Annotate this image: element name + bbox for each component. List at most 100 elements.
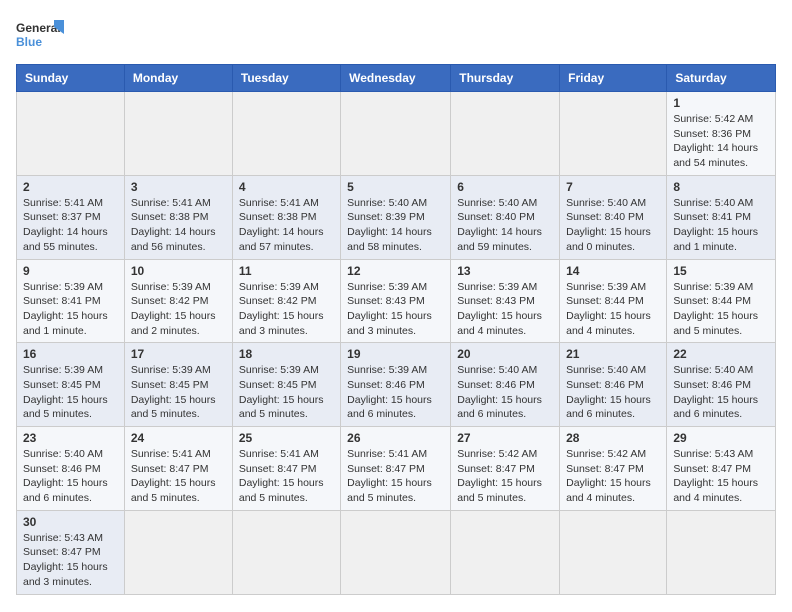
calendar-header-row: SundayMondayTuesdayWednesdayThursdayFrid…: [17, 65, 776, 92]
calendar-cell: 23Sunrise: 5:40 AM Sunset: 8:46 PM Dayli…: [17, 427, 125, 511]
calendar-cell: 25 Sunrise: 5:41 AM Sunset: 8:47 PM Dayli…: [232, 427, 340, 511]
day-info: Sunrise: 5:39 AM Sunset: 8:45 PM Dayligh…: [131, 363, 226, 422]
day-info: Sunrise: 5:41 AM Sunset: 8:47 PM Dayligh…: [239, 447, 334, 506]
calendar-cell: 27 Sunrise: 5:42 AM Sunset: 8:47 PM Dayli…: [451, 427, 560, 511]
day-info: Sunrise: 5:39 AM Sunset: 8:45 PM Dayligh…: [239, 363, 334, 422]
calendar-cell: 9 Sunrise: 5:39 AM Sunset: 8:41 PM Daylig…: [17, 259, 125, 343]
day-info: Sunrise: 5:40 AM Sunset: 8:41 PM Dayligh…: [673, 196, 769, 255]
day-info: Sunrise: 5:40 AM Sunset: 8:40 PM Dayligh…: [457, 196, 553, 255]
day-number: 5: [347, 180, 444, 194]
calendar-cell: 28 Sunrise: 5:42 AM Sunset: 8:47 PM Dayli…: [560, 427, 667, 511]
day-info: Sunrise: 5:42 AM Sunset: 8:47 PM Dayligh…: [566, 447, 660, 506]
calendar-week-row: 2Sunrise: 5:41 AM Sunset: 8:37 PM Daylig…: [17, 175, 776, 259]
calendar-cell: 26Sunrise: 5:41 AM Sunset: 8:47 PM Dayli…: [341, 427, 451, 511]
day-info: Sunrise: 5:40 AM Sunset: 8:39 PM Dayligh…: [347, 196, 444, 255]
day-number: 25: [239, 431, 334, 445]
calendar-cell: 8 Sunrise: 5:40 AM Sunset: 8:41 PM Daylig…: [667, 175, 776, 259]
day-info: Sunrise: 5:39 AM Sunset: 8:44 PM Dayligh…: [673, 280, 769, 339]
calendar-cell: [560, 510, 667, 594]
day-number: 21: [566, 347, 660, 361]
calendar-cell: [451, 510, 560, 594]
day-number: 28: [566, 431, 660, 445]
day-number: 24: [131, 431, 226, 445]
day-number: 4: [239, 180, 334, 194]
day-number: 29: [673, 431, 769, 445]
day-info: Sunrise: 5:43 AM Sunset: 8:47 PM Dayligh…: [673, 447, 769, 506]
day-info: Sunrise: 5:39 AM Sunset: 8:45 PM Dayligh…: [23, 363, 118, 422]
day-number: 3: [131, 180, 226, 194]
logo-svg: General Blue: [16, 16, 66, 58]
day-number: 22: [673, 347, 769, 361]
day-number: 12: [347, 264, 444, 278]
day-info: Sunrise: 5:42 AM Sunset: 8:47 PM Dayligh…: [457, 447, 553, 506]
calendar-cell: 5 Sunrise: 5:40 AM Sunset: 8:39 PM Daylig…: [341, 175, 451, 259]
day-number: 8: [673, 180, 769, 194]
day-info: Sunrise: 5:41 AM Sunset: 8:47 PM Dayligh…: [131, 447, 226, 506]
calendar-cell: 20Sunrise: 5:40 AM Sunset: 8:46 PM Dayli…: [451, 343, 560, 427]
calendar-cell: 2Sunrise: 5:41 AM Sunset: 8:37 PM Daylig…: [17, 175, 125, 259]
day-info: Sunrise: 5:40 AM Sunset: 8:46 PM Dayligh…: [566, 363, 660, 422]
day-of-week-header: Wednesday: [341, 65, 451, 92]
calendar-cell: 29 Sunrise: 5:43 AM Sunset: 8:47 PM Dayli…: [667, 427, 776, 511]
calendar-cell: 22 Sunrise: 5:40 AM Sunset: 8:46 PM Dayli…: [667, 343, 776, 427]
day-info: Sunrise: 5:39 AM Sunset: 8:43 PM Dayligh…: [347, 280, 444, 339]
calendar-cell: 30Sunrise: 5:43 AM Sunset: 8:47 PM Dayli…: [17, 510, 125, 594]
calendar-week-row: 23Sunrise: 5:40 AM Sunset: 8:46 PM Dayli…: [17, 427, 776, 511]
day-info: Sunrise: 5:39 AM Sunset: 8:43 PM Dayligh…: [457, 280, 553, 339]
calendar-cell: [341, 92, 451, 176]
day-info: Sunrise: 5:39 AM Sunset: 8:44 PM Dayligh…: [566, 280, 660, 339]
day-number: 6: [457, 180, 553, 194]
calendar-cell: [232, 510, 340, 594]
day-number: 11: [239, 264, 334, 278]
day-number: 15: [673, 264, 769, 278]
calendar-cell: 11 Sunrise: 5:39 AM Sunset: 8:42 PM Dayli…: [232, 259, 340, 343]
day-info: Sunrise: 5:40 AM Sunset: 8:46 PM Dayligh…: [673, 363, 769, 422]
day-info: Sunrise: 5:39 AM Sunset: 8:42 PM Dayligh…: [239, 280, 334, 339]
calendar-week-row: 1Sunrise: 5:42 AM Sunset: 8:36 PM Daylig…: [17, 92, 776, 176]
calendar-cell: 13 Sunrise: 5:39 AM Sunset: 8:43 PM Dayli…: [451, 259, 560, 343]
calendar-cell: 21 Sunrise: 5:40 AM Sunset: 8:46 PM Dayli…: [560, 343, 667, 427]
calendar-cell: 12 Sunrise: 5:39 AM Sunset: 8:43 PM Dayli…: [341, 259, 451, 343]
calendar-cell: 7Sunrise: 5:40 AM Sunset: 8:40 PM Daylig…: [560, 175, 667, 259]
day-number: 19: [347, 347, 444, 361]
calendar-cell: [341, 510, 451, 594]
calendar-week-row: 9 Sunrise: 5:39 AM Sunset: 8:41 PM Daylig…: [17, 259, 776, 343]
day-info: Sunrise: 5:41 AM Sunset: 8:47 PM Dayligh…: [347, 447, 444, 506]
calendar-cell: 14 Sunrise: 5:39 AM Sunset: 8:44 PM Dayli…: [560, 259, 667, 343]
calendar-cell: 24 Sunrise: 5:41 AM Sunset: 8:47 PM Dayli…: [124, 427, 232, 511]
day-of-week-header: Saturday: [667, 65, 776, 92]
day-of-week-header: Sunday: [17, 65, 125, 92]
calendar-cell: 16 Sunrise: 5:39 AM Sunset: 8:45 PM Dayli…: [17, 343, 125, 427]
calendar-cell: [17, 92, 125, 176]
day-number: 20: [457, 347, 553, 361]
day-number: 23: [23, 431, 118, 445]
day-info: Sunrise: 5:39 AM Sunset: 8:46 PM Dayligh…: [347, 363, 444, 422]
calendar-cell: [451, 92, 560, 176]
calendar-cell: 19 Sunrise: 5:39 AM Sunset: 8:46 PM Dayli…: [341, 343, 451, 427]
calendar-cell: 6 Sunrise: 5:40 AM Sunset: 8:40 PM Daylig…: [451, 175, 560, 259]
day-number: 27: [457, 431, 553, 445]
svg-text:General: General: [16, 21, 61, 35]
day-info: Sunrise: 5:39 AM Sunset: 8:42 PM Dayligh…: [131, 280, 226, 339]
calendar-cell: 10Sunrise: 5:39 AM Sunset: 8:42 PM Dayli…: [124, 259, 232, 343]
calendar-cell: [232, 92, 340, 176]
day-number: 13: [457, 264, 553, 278]
page-header: General Blue: [16, 16, 776, 58]
calendar-cell: 15 Sunrise: 5:39 AM Sunset: 8:44 PM Dayli…: [667, 259, 776, 343]
day-info: Sunrise: 5:39 AM Sunset: 8:41 PM Dayligh…: [23, 280, 118, 339]
day-number: 16: [23, 347, 118, 361]
day-number: 9: [23, 264, 118, 278]
calendar-cell: [667, 510, 776, 594]
day-number: 7: [566, 180, 660, 194]
calendar-cell: 17Sunrise: 5:39 AM Sunset: 8:45 PM Dayli…: [124, 343, 232, 427]
calendar-week-row: 30Sunrise: 5:43 AM Sunset: 8:47 PM Dayli…: [17, 510, 776, 594]
day-info: Sunrise: 5:43 AM Sunset: 8:47 PM Dayligh…: [23, 531, 118, 590]
day-info: Sunrise: 5:41 AM Sunset: 8:37 PM Dayligh…: [23, 196, 118, 255]
day-of-week-header: Monday: [124, 65, 232, 92]
calendar-cell: 1Sunrise: 5:42 AM Sunset: 8:36 PM Daylig…: [667, 92, 776, 176]
calendar-cell: [124, 510, 232, 594]
svg-text:Blue: Blue: [16, 35, 42, 49]
day-info: Sunrise: 5:41 AM Sunset: 8:38 PM Dayligh…: [239, 196, 334, 255]
day-number: 14: [566, 264, 660, 278]
calendar-cell: [560, 92, 667, 176]
